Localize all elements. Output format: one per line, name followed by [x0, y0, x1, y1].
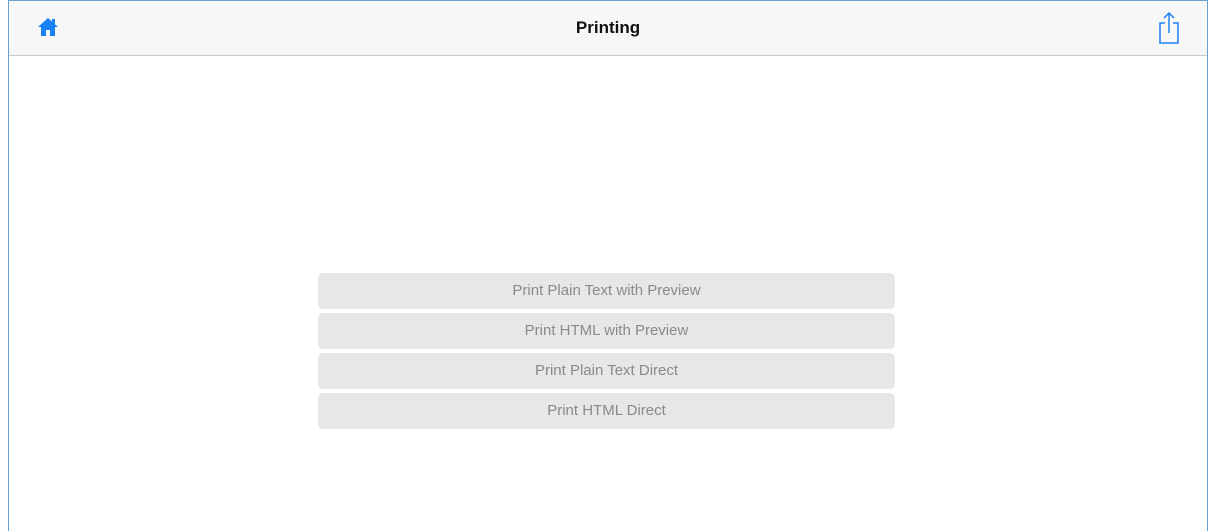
share-button[interactable] — [1157, 11, 1181, 45]
print-html-preview-button[interactable]: Print HTML with Preview — [318, 313, 895, 349]
app-window: Printing Print Plain Text with Preview P… — [8, 0, 1208, 531]
navigation-bar: Printing — [9, 1, 1207, 56]
print-plain-text-preview-button[interactable]: Print Plain Text with Preview — [318, 273, 895, 309]
print-plain-text-direct-button[interactable]: Print Plain Text Direct — [318, 353, 895, 389]
share-icon — [1159, 11, 1179, 44]
print-html-direct-button[interactable]: Print HTML Direct — [318, 393, 895, 429]
print-actions: Print Plain Text with Preview Print HTML… — [318, 273, 895, 433]
page-title: Printing — [575, 18, 641, 37]
